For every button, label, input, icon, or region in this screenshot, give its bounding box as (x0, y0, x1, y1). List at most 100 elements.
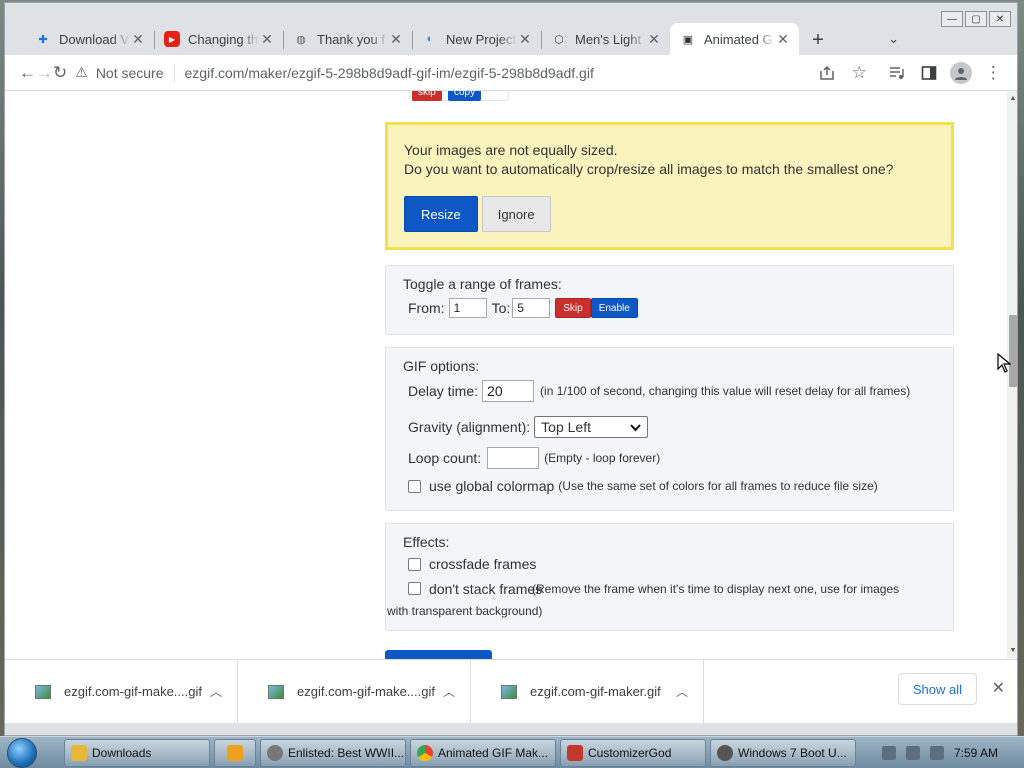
tab-close-icon[interactable]: ✕ (388, 31, 404, 48)
media-queue-icon[interactable] (881, 57, 913, 89)
clock[interactable]: 7:59 AM (954, 746, 998, 760)
copy-mini-button[interactable]: copy (448, 91, 482, 101)
tab-close-icon[interactable]: ✕ (130, 31, 146, 48)
more-menu-icon[interactable]: ⋮ (977, 57, 1009, 89)
colormap-note: (Use the same set of colors for all fram… (558, 479, 878, 493)
tab-search-icon[interactable]: ⌄ (888, 31, 899, 47)
taskbar-item-enlisted[interactable]: Enlisted: Best WWII... (260, 738, 406, 767)
taskbar-item-windows7[interactable]: Windows 7 Boot U... (710, 738, 856, 767)
scroll-down-icon[interactable]: ▼ (1007, 645, 1017, 657)
download-item[interactable]: ezgif.com-gif-make....gif ︿ (5, 659, 238, 724)
colormap-checkbox[interactable] (408, 479, 421, 493)
new-tab-button[interactable]: + (803, 25, 833, 55)
from-input[interactable]: 1 (448, 298, 487, 318)
profile-button[interactable] (945, 57, 977, 89)
tab-thank-you[interactable]: ◍ Thank you f ✕ (283, 23, 412, 55)
scroll-up-icon[interactable]: ▲ (1007, 93, 1017, 105)
tab-title: New Project (446, 31, 517, 47)
windows-logo-icon (7, 737, 37, 768)
tab-changing[interactable]: ▶ Changing th ✕ (154, 23, 283, 55)
ezgif-icon: ▣ (682, 33, 694, 46)
page-scrollbar[interactable]: ▲ ▼ (1007, 91, 1017, 659)
divider (173, 63, 175, 82)
chevron-up-icon[interactable]: ︿ (443, 683, 455, 700)
tab-animated-gif[interactable]: ▣ Animated G ✕ (670, 23, 799, 55)
gravity-value: Top Left (541, 419, 591, 435)
delay-note: (in 1/100 of second, changing this value… (540, 384, 911, 398)
gear-icon (567, 744, 583, 761)
taskbar-item-customizergod[interactable]: CustomizerGod (560, 738, 706, 767)
download-item[interactable]: ezgif.com-gif-maker.gif ︿ (471, 659, 704, 724)
effects-heading: Effects: (403, 534, 450, 550)
toggle-range-panel: Toggle a range of frames: From: 1 To: 5 … (385, 265, 954, 335)
chevron-down-icon (630, 419, 641, 435)
gravity-select[interactable]: Top Left (534, 416, 649, 438)
gif-options-panel: GIF options: Delay time: 20 (in 1/100 of… (385, 347, 954, 511)
system-tray: 7:59 AM (881, 745, 1024, 760)
share-icon[interactable] (811, 57, 843, 89)
notice-line-1: Your images are not equally sized. (404, 142, 618, 158)
toggle-heading: Toggle a range of frames: (403, 276, 562, 292)
browser-toolbar: ← → ↻ ⚠ Not secure ezgif.com/maker/ezgif… (5, 55, 1017, 91)
loop-input[interactable] (487, 447, 540, 469)
side-panel-icon[interactable] (913, 57, 945, 89)
media-player-icon (227, 744, 243, 761)
avatar (950, 61, 973, 84)
crossfade-checkbox[interactable] (408, 557, 421, 571)
youtube-icon: ▶ (164, 31, 180, 47)
mouse-cursor-icon (997, 353, 1011, 373)
back-icon[interactable]: ← (19, 57, 36, 89)
taskbar-item-downloads[interactable]: Downloads (64, 738, 210, 767)
tab-favicon-icon: ✚ (38, 33, 48, 46)
start-button[interactable] (0, 737, 44, 768)
crossfade-label: crossfade frames (429, 556, 537, 572)
tab-close-icon[interactable]: ✕ (517, 31, 533, 48)
chevron-up-icon[interactable]: ︿ (676, 683, 688, 700)
taskbar-label: Animated GIF Mak... (438, 745, 549, 760)
tab-download[interactable]: ✚ Download V ✕ (25, 23, 154, 55)
warning-icon[interactable]: ⚠ (75, 64, 88, 81)
chrome-icon (417, 744, 433, 761)
tab-close-icon[interactable]: ✕ (646, 31, 662, 48)
skip-mini-button[interactable]: skip (412, 91, 442, 101)
tab-title: Thank you f (317, 31, 385, 47)
download-filename: ezgif.com-gif-make....gif (297, 684, 435, 699)
effects-panel: Effects: crossfade frames don't stack fr… (385, 523, 954, 631)
page-content: skip copy Your images are not equally si… (5, 91, 1007, 659)
network-icon[interactable] (881, 745, 896, 760)
ignore-button[interactable]: Ignore (481, 196, 551, 232)
taskbar-item-media[interactable] (214, 738, 256, 767)
project-icon: ◐ (426, 33, 434, 45)
tab-title: Download V (59, 31, 130, 47)
show-all-button[interactable]: Show all (897, 673, 977, 705)
tab-mens-light[interactable]: ⬡ Men's Light ✕ (541, 23, 670, 55)
to-input[interactable]: 5 (512, 298, 551, 318)
flag-icon[interactable] (905, 745, 920, 760)
download-item[interactable]: ezgif.com-gif-make....gif ︿ (238, 659, 471, 724)
tab-title: Changing th (188, 31, 259, 47)
volume-icon[interactable] (929, 745, 944, 760)
url-text[interactable]: ezgif.com/maker/ezgif-5-298b8d9adf-gif-i… (185, 65, 594, 81)
delay-input[interactable]: 20 (482, 380, 535, 402)
enable-button[interactable]: Enable (590, 298, 638, 318)
chevron-up-icon[interactable]: ︿ (210, 683, 222, 700)
delay-label: Delay time: (408, 383, 479, 399)
taskbar-label: Windows 7 Boot U... (738, 745, 847, 760)
tab-close-icon[interactable]: ✕ (775, 31, 791, 48)
download-filename: ezgif.com-gif-maker.gif (530, 684, 661, 699)
reload-icon[interactable]: ↻ (53, 57, 67, 89)
resize-button[interactable]: Resize (404, 196, 478, 232)
security-status[interactable]: Not secure (96, 65, 164, 81)
folder-icon (71, 744, 87, 761)
colormap-label: use global colormap (429, 478, 555, 494)
scroll-thumb[interactable] (1009, 315, 1017, 387)
skip-button[interactable]: Skip (555, 298, 591, 318)
bookmark-star-icon[interactable]: ☆ (843, 57, 875, 89)
tab-close-icon[interactable]: ✕ (259, 31, 275, 48)
tab-new-project[interactable]: ◐ New Project ✕ (412, 23, 541, 55)
taskbar-item-chrome[interactable]: Animated GIF Mak... (410, 738, 556, 767)
forward-icon[interactable]: → (36, 57, 53, 89)
make-gif-button-edge[interactable] (385, 650, 492, 659)
address-bar[interactable]: ⚠ Not secure ezgif.com/maker/ezgif-5-298… (71, 59, 811, 87)
close-icon[interactable]: ✕ (992, 678, 1005, 698)
